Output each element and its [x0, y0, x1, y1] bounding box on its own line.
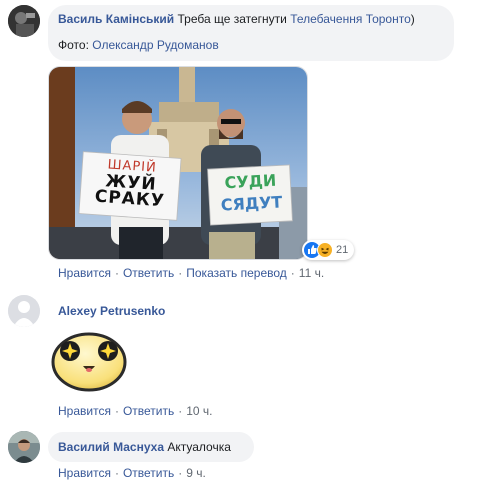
- avatar[interactable]: [8, 295, 40, 327]
- comment-bubble: Василий Маснуха Актуалочка: [48, 432, 254, 462]
- avatar[interactable]: [8, 431, 40, 463]
- photo-author-link[interactable]: Олександр Рудоманов: [92, 38, 218, 52]
- mention-link[interactable]: Телебачення Торонто: [290, 12, 411, 26]
- reply-button[interactable]: Ответить: [123, 266, 174, 280]
- sign-right-line-2: СЯДУТ: [220, 192, 283, 215]
- comment-timestamp[interactable]: 9 ч.: [186, 466, 206, 480]
- comment-author[interactable]: Василий Маснуха: [58, 440, 164, 454]
- comment-timestamp[interactable]: 11 ч.: [299, 266, 324, 280]
- reaction-count: 21: [336, 244, 349, 256]
- separator: ·: [290, 266, 295, 280]
- like-button[interactable]: Нравится: [58, 266, 111, 280]
- comment-actions: Нравится · Ответить · 9 ч.: [58, 466, 206, 480]
- separator: ·: [178, 404, 183, 418]
- separator: ·: [114, 466, 119, 480]
- comment-author[interactable]: Alexey Petrusenko: [58, 304, 165, 318]
- comment-photo[interactable]: ШАРІЙ ЖУЙ СРАКУ СУДИ СЯДУТ: [48, 66, 308, 260]
- like-button[interactable]: Нравится: [58, 466, 111, 480]
- comment-text: Треба ще затегнути: [177, 12, 287, 26]
- left-protest-sign-text: ШАРІЙ ЖУЙ СРАКУ: [83, 156, 178, 211]
- comment-actions: Нравится · Ответить · 10 ч.: [58, 404, 213, 418]
- comment-text: Актуалочка: [167, 440, 231, 454]
- separator: ·: [114, 266, 119, 280]
- translate-button[interactable]: Показать перевод: [186, 266, 287, 280]
- separator: ·: [178, 466, 183, 480]
- avatar[interactable]: [8, 5, 40, 37]
- comment-text-tail: ): [410, 12, 415, 26]
- comment-timestamp[interactable]: 10 ч.: [186, 404, 212, 418]
- reply-button[interactable]: Ответить: [123, 466, 174, 480]
- comment-author[interactable]: Василь Камінський: [58, 12, 174, 26]
- starry-eyed-face-sticker: [48, 328, 130, 392]
- photo-caption-prefix: Фото:: [58, 38, 89, 52]
- comment-actions: Нравится · Ответить · Показать перевод · 11 ч.: [58, 266, 324, 280]
- reply-button[interactable]: Ответить: [123, 404, 174, 418]
- like-button[interactable]: Нравится: [58, 404, 111, 418]
- separator: ·: [114, 404, 119, 418]
- reactions-summary[interactable]: 21: [302, 240, 354, 260]
- separator: ·: [178, 266, 183, 280]
- comment-bubble: Василь Камінський Треба ще затегнути Тел…: [48, 5, 454, 61]
- haha-icon: [317, 242, 333, 258]
- right-protest-sign-text: СУДИ СЯДУТ: [212, 169, 290, 217]
